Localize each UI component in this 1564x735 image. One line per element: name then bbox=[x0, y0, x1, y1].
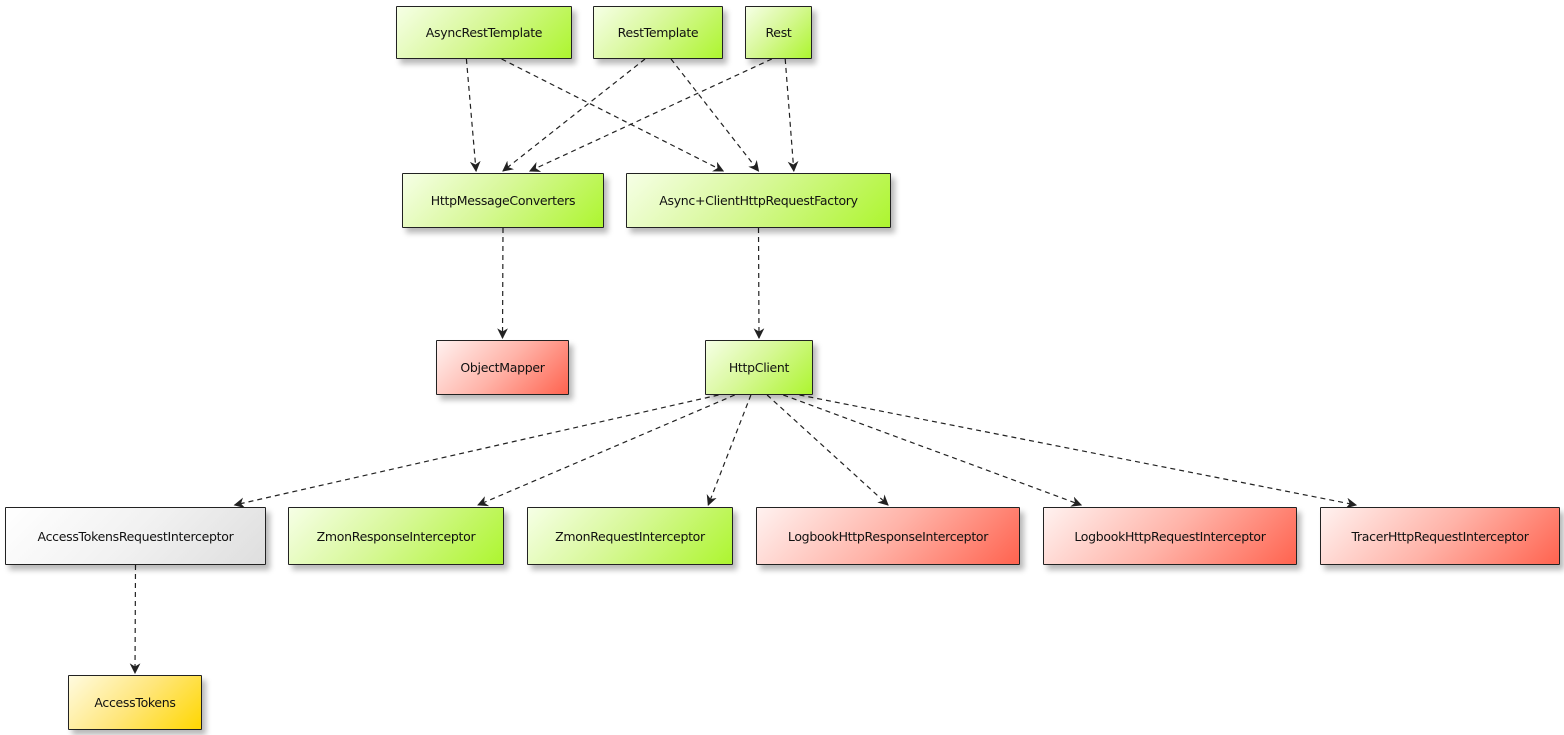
edge-asyncresttemplate-to-asyncclienthttprequestfactory bbox=[501, 58, 725, 172]
node-asyncclienthttprequestfactory[interactable]: Async+ClientHttpRequestFactory bbox=[626, 173, 891, 228]
node-label: Rest bbox=[765, 25, 792, 40]
edge-asyncresttemplate-to-httpmessageconverters bbox=[465, 58, 481, 173]
edge-resttemplate-to-asyncclienthttprequestfactory bbox=[670, 58, 760, 172]
node-logbookhttpresponseinterceptor[interactable]: LogbookHttpResponseInterceptor bbox=[756, 507, 1020, 565]
edge-rest-to-httpmessageconverters bbox=[528, 58, 773, 172]
node-label: TracerHttpRequestInterceptor bbox=[1351, 528, 1529, 544]
edge-httpclient-to-accesstokensrequestinterceptor bbox=[233, 394, 719, 509]
node-httpmessageconverters[interactable]: HttpMessageConverters bbox=[402, 173, 604, 228]
node-label: ObjectMapper bbox=[460, 360, 545, 375]
edge-rest-to-asyncclienthttprequestfactory bbox=[784, 58, 799, 173]
node-accesstokens[interactable]: AccessTokens bbox=[68, 675, 202, 730]
node-rest[interactable]: Rest bbox=[745, 6, 812, 59]
node-label: AsyncRestTemplate bbox=[425, 25, 543, 40]
node-resttemplate[interactable]: RestTemplate bbox=[593, 6, 723, 59]
node-label: HttpClient bbox=[728, 360, 790, 375]
node-label: ZmonRequestInterceptor bbox=[555, 528, 705, 544]
edge-httpclient-to-zmonrequestinterceptor bbox=[706, 394, 752, 507]
edge-asyncclienthttprequestfactory-to-httpclient bbox=[753, 227, 765, 340]
node-label: Async+ClientHttpRequestFactory bbox=[659, 193, 858, 208]
node-label: AccessTokensRequestInterceptor bbox=[37, 528, 234, 544]
node-label: ZmonResponseInterceptor bbox=[316, 528, 476, 544]
node-label: LogbookHttpRequestInterceptor bbox=[1074, 528, 1266, 544]
node-asyncresttemplate[interactable]: AsyncRestTemplate bbox=[396, 6, 572, 59]
edge-httpmessageconverters-to-objectmapper bbox=[497, 227, 508, 340]
edge-httpclient-to-zmonresponseinterceptor bbox=[477, 394, 735, 507]
edge-resttemplate-to-httpmessageconverters bbox=[502, 58, 646, 172]
node-logbookhttprequestinterceptor[interactable]: LogbookHttpRequestInterceptor bbox=[1043, 507, 1297, 565]
node-httpclient[interactable]: HttpClient bbox=[705, 340, 813, 395]
node-tracerhttprequestinterceptor[interactable]: TracerHttpRequestInterceptor bbox=[1320, 507, 1560, 565]
node-label: LogbookHttpResponseInterceptor bbox=[787, 528, 989, 544]
node-label: HttpMessageConverters bbox=[430, 193, 576, 208]
node-label: RestTemplate bbox=[617, 25, 699, 40]
edge-httpclient-to-tracerhttprequestinterceptor bbox=[799, 394, 1358, 509]
node-accesstokensrequestinterceptor[interactable]: AccessTokensRequestInterceptor bbox=[5, 507, 266, 565]
node-objectmapper[interactable]: ObjectMapper bbox=[436, 340, 569, 395]
edge-accesstokensrequestinterceptor-to-accesstokens bbox=[129, 564, 141, 675]
node-zmonresponseinterceptor[interactable]: ZmonResponseInterceptor bbox=[288, 507, 504, 565]
node-zmonrequestinterceptor[interactable]: ZmonRequestInterceptor bbox=[527, 507, 733, 565]
node-label: AccessTokens bbox=[94, 695, 176, 710]
